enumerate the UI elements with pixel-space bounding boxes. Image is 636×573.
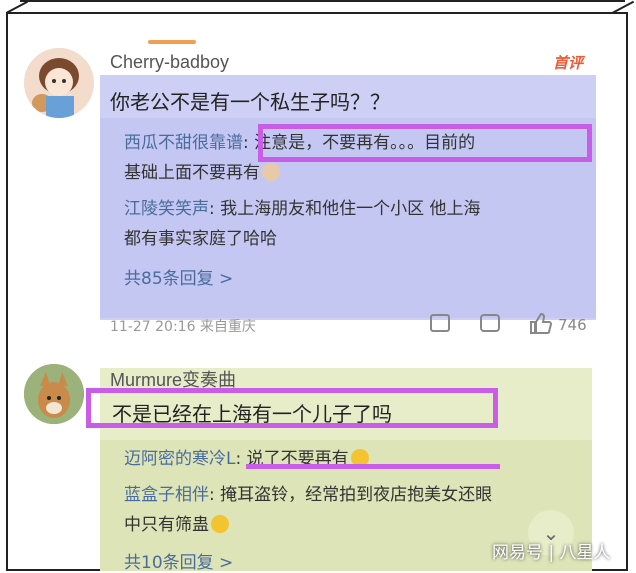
watermark: 网易号 | 八星人	[492, 543, 611, 563]
highlight-box	[258, 124, 592, 162]
share-icon[interactable]	[430, 314, 450, 332]
reply-username[interactable]: 蓝盒子相伴	[124, 485, 209, 505]
first-comment-badge: 首评	[553, 54, 584, 72]
comment-text: 你老公不是有一个私生子吗？？	[110, 90, 390, 114]
like-count: 746	[558, 316, 587, 334]
comment-username[interactable]: Cherry-badboy	[110, 52, 229, 73]
reply-username[interactable]: 江陵笑笑声	[124, 199, 209, 219]
thumbs-up-icon[interactable]	[528, 312, 552, 336]
reply-text: : 我上海朋友和他住一个小区 他上海	[209, 199, 481, 219]
comment-icon[interactable]	[480, 314, 500, 332]
reply-item-continued: 基础上面不要再有	[124, 158, 280, 188]
reply-item[interactable]: 江陵笑笑声: 我上海朋友和他住一个小区 他上海	[124, 194, 481, 224]
reply-item-continued: 中只有筛蛊	[124, 510, 229, 540]
grinning-emoji-icon	[211, 515, 229, 533]
top-accent-bar	[148, 40, 196, 44]
reply-text-line2: 都有事实家庭了哈哈	[124, 229, 277, 249]
more-replies-link[interactable]: 共85条回复 >	[124, 264, 233, 289]
reply-username[interactable]: 迈阿密的寒冷L	[124, 449, 235, 469]
reply-text-line2: 基础上面不要再有	[124, 163, 260, 183]
girl-avatar-icon	[24, 48, 94, 118]
reply-username[interactable]: 西瓜不甜很靠谱	[124, 133, 243, 153]
avatar[interactable]	[24, 48, 94, 118]
reply-text-line2: 中只有筛蛊	[124, 515, 209, 535]
avatar[interactable]	[24, 364, 84, 424]
highlight-underline	[246, 464, 500, 469]
reply-text: : 掩耳盗铃，经常拍到夜店抱美女还眼	[209, 485, 493, 505]
dog-avatar-icon	[24, 364, 84, 424]
reply-item[interactable]: 蓝盒子相伴: 掩耳盗铃，经常拍到夜店抱美女还眼	[124, 480, 492, 510]
dog-emoji-icon	[262, 163, 280, 181]
more-replies-link[interactable]: 共10条回复 >	[124, 548, 233, 573]
comment-timestamp: 11-27 20:16 来自重庆	[110, 319, 256, 335]
highlight-box	[86, 388, 498, 428]
reply-item-continued: 都有事实家庭了哈哈	[124, 224, 277, 254]
reply-item[interactable]: 迈阿密的寒冷L: 说了不要再有	[124, 444, 369, 474]
